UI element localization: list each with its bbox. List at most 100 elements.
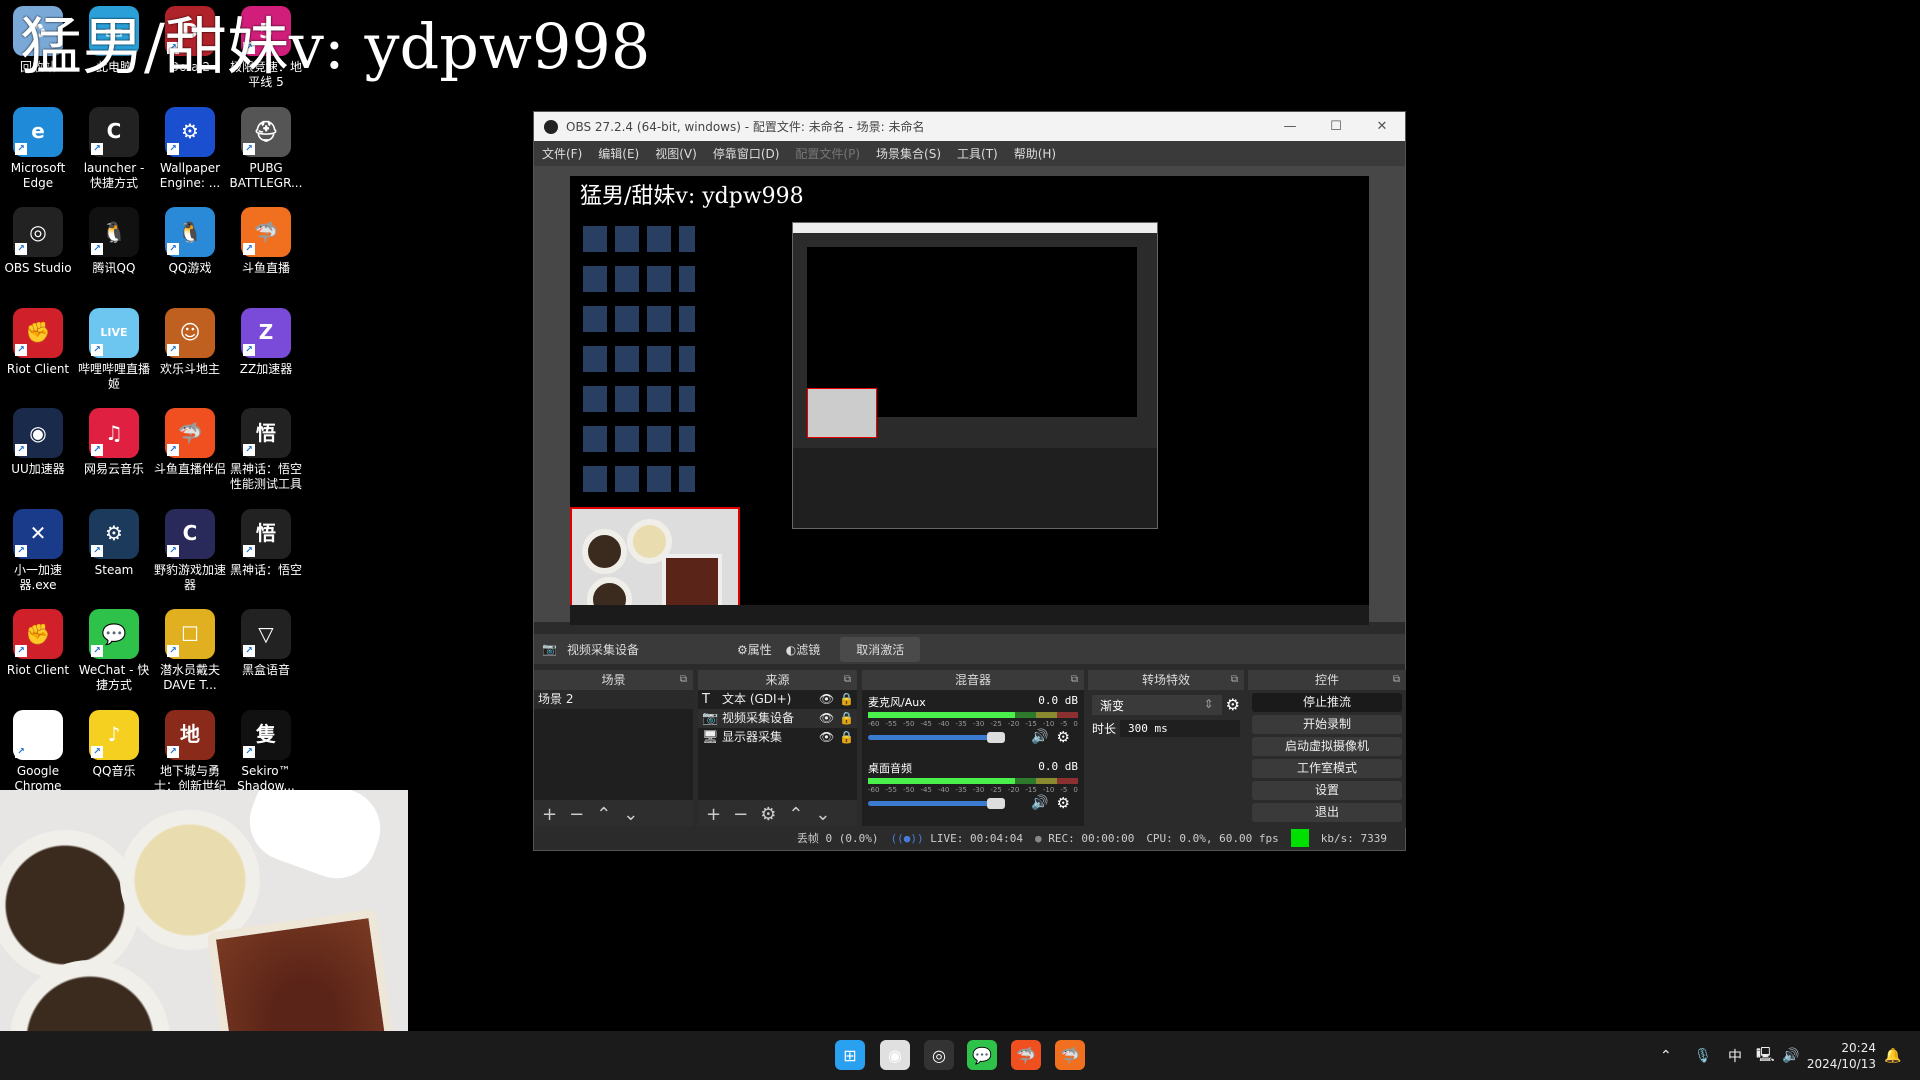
taskbar-chrome-icon[interactable]: ◉	[880, 1040, 910, 1070]
tick-label: -45	[920, 720, 932, 728]
desktop-icon[interactable]: ✊ ↗ Riot Client	[0, 307, 76, 377]
notification-bell-icon[interactable]: 🔔	[1884, 1031, 1901, 1080]
source-item[interactable]: T 文本 (GDI+) 👁 🔒	[698, 690, 857, 709]
menu-item[interactable]: 文件(F)	[542, 145, 582, 162]
microphone-icon[interactable]: 🎙	[1694, 1031, 1712, 1080]
undock-icon[interactable]: ⧉	[680, 670, 687, 690]
taskbar-wechat-icon[interactable]: 💬	[967, 1040, 997, 1070]
menu-item[interactable]: 配置文件(P)	[795, 145, 860, 162]
desktop-icon[interactable]: ✊ ↗ Riot Client	[0, 609, 76, 678]
show-hidden-icons-button[interactable]: ⌃	[1660, 1031, 1672, 1080]
move-down-button[interactable]: ⌄	[623, 804, 638, 825]
desktop-icon[interactable]: ◉ ↗ Google Chrome	[0, 709, 76, 794]
source-properties-button[interactable]: ⚙	[760, 804, 776, 825]
desktop-icon[interactable]: ◎ ↗ OBS Studio	[0, 207, 76, 276]
menu-item[interactable]: 帮助(H)	[1014, 145, 1056, 162]
desktop-icon[interactable]: ⚙ ↗ Steam	[76, 508, 152, 578]
control-button[interactable]: 开始录制	[1252, 715, 1402, 734]
desktop-icon[interactable]: ⚙ ↗ Wallpaper Engine: ...	[152, 106, 228, 191]
menu-item[interactable]: 工具(T)	[957, 145, 998, 162]
undock-icon[interactable]: ⧉	[1231, 670, 1238, 690]
desktop-icon[interactable]: 🦈 ↗ 斗鱼直播伴侣	[152, 408, 228, 477]
menu-item[interactable]: 视图(V)	[655, 145, 697, 162]
remove-source-button[interactable]: −	[733, 804, 748, 825]
move-up-button[interactable]: ⌃	[788, 804, 803, 825]
desktop-icon[interactable]: ♫ ↗ 网易云音乐	[76, 408, 152, 477]
desktop-icon[interactable]: LIVE ↗ 哔哩哔哩直播姬	[76, 307, 152, 392]
move-down-button[interactable]: ⌄	[815, 804, 830, 825]
menu-item[interactable]: 停靠窗口(D)	[713, 145, 780, 162]
gear-icon[interactable]: ⚙	[1057, 794, 1070, 812]
visibility-eye-icon[interactable]: 👁	[819, 709, 839, 728]
minimize-button[interactable]: —	[1267, 119, 1313, 134]
maximize-button[interactable]: ☐	[1313, 119, 1359, 134]
desktop-icon[interactable]: 💬 ↗ WeChat - 快捷方式	[76, 609, 152, 693]
desktop-icon[interactable]: C ↗ 野豹游戏加速器	[152, 508, 228, 593]
ime-indicator[interactable]: 中	[1728, 1031, 1742, 1080]
remove-scene-button[interactable]: −	[569, 804, 584, 825]
undock-icon[interactable]: ⧉	[1393, 670, 1400, 690]
channel-name: 桌面音频	[868, 762, 912, 775]
desktop-icon[interactable]: 🐧 ↗ 腾讯QQ	[76, 207, 152, 276]
move-up-button[interactable]: ⌃	[596, 804, 611, 825]
undock-icon[interactable]: ⧉	[1071, 670, 1078, 690]
desktop-icon[interactable]: ⛑ ↗ PUBG BATTLEGR...	[228, 106, 304, 191]
desktop-icon[interactable]: e ↗ Microsoft Edge	[0, 106, 76, 191]
control-button[interactable]: 停止推流	[1252, 693, 1402, 712]
control-button[interactable]: 启动虚拟摄像机	[1252, 737, 1402, 756]
menu-item[interactable]: 编辑(E)	[598, 145, 639, 162]
taskbar-obs-icon[interactable]: ◎	[924, 1040, 954, 1070]
preview-canvas[interactable]: 猛男/甜妹v: ydpw998	[570, 176, 1369, 625]
desktop-icon[interactable]: 地 ↗ 地下城与勇士：创新世纪	[152, 709, 228, 794]
channel-name: 麦克风/Aux	[868, 696, 926, 709]
desktop-icon[interactable]: ▽ ↗ 黑盒语音	[228, 609, 304, 678]
add-source-button[interactable]: +	[706, 804, 721, 825]
desktop-icon[interactable]: ☐ ↗ 潜水员戴夫 DAVE T...	[152, 609, 228, 693]
control-button[interactable]: 设置	[1252, 781, 1402, 800]
gear-icon[interactable]: ⚙	[1057, 728, 1070, 746]
desktop-icon[interactable]: 🦈 ↗ 斗鱼直播	[228, 207, 304, 276]
desktop-icon[interactable]: ✕ ↗ 小一加速器.exe	[0, 508, 76, 593]
control-button[interactable]: 工作室模式	[1252, 759, 1402, 778]
app-icon: ▽ ↗	[241, 609, 291, 659]
lock-icon[interactable]: 🔒	[839, 690, 857, 709]
add-scene-button[interactable]: +	[542, 804, 557, 825]
transition-settings-gear-icon[interactable]: ⚙	[1226, 695, 1240, 715]
volume-slider[interactable]	[868, 731, 1006, 743]
scene-item[interactable]: 场景 2	[534, 690, 693, 709]
desktop-icon[interactable]: ☺ ↗ 欢乐斗地主	[152, 307, 228, 377]
source-item[interactable]: 📷 视频采集设备 👁 🔒	[698, 709, 857, 728]
menu-item[interactable]: 场景集合(S)	[876, 145, 941, 162]
clock[interactable]: 20:24 2024/10/13	[1807, 1031, 1876, 1080]
desktop-icon[interactable]: Z ↗ ZZ加速器	[228, 307, 304, 377]
taskbar-windows-start-icon[interactable]: ⊞	[835, 1040, 865, 1070]
desktop-icon[interactable]: ◉ ↗ UU加速器	[0, 408, 76, 477]
lock-icon[interactable]: 🔒	[839, 709, 857, 728]
transition-select[interactable]: 渐变 ⇕	[1092, 695, 1222, 715]
speaker-icon[interactable]: 🔊	[1031, 729, 1048, 745]
undock-icon[interactable]: ⧉	[844, 670, 851, 690]
properties-button[interactable]: ⚙属性	[737, 641, 772, 658]
volume-slider[interactable]	[868, 797, 1006, 809]
deactivate-button[interactable]: 取消激活	[840, 636, 921, 662]
desktop-icon[interactable]: ♪ ↗ QQ音乐	[76, 709, 152, 779]
volume-icon[interactable]: 🔊	[1782, 1031, 1799, 1080]
close-button[interactable]: ✕	[1359, 119, 1405, 134]
speaker-icon[interactable]: 🔊	[1031, 795, 1048, 811]
lock-icon[interactable]: 🔒	[839, 728, 857, 747]
shortcut-arrow-icon: ↗	[243, 142, 255, 155]
visibility-eye-icon[interactable]: 👁	[819, 728, 839, 747]
visibility-eye-icon[interactable]: 👁	[819, 690, 839, 709]
network-icon[interactable]: 🖳	[1756, 1031, 1775, 1080]
desktop-icon[interactable]: 隻 ↗ Sekiro™ Shadow...	[228, 709, 304, 794]
source-item[interactable]: 🖥 显示器采集 👁 🔒	[698, 728, 857, 747]
desktop-icon[interactable]: C ↗ launcher - 快捷方式	[76, 106, 152, 191]
desktop-icon[interactable]: 🐧 ↗ QQ游戏	[152, 207, 228, 276]
taskbar-douyu-companion-icon[interactable]: 🦈	[1055, 1040, 1085, 1070]
desktop-icon[interactable]: 悟 ↗ 黑神话：悟空	[228, 508, 304, 578]
desktop-icon[interactable]: 悟 ↗ 黑神话：悟空性能测试工具	[228, 408, 304, 492]
filters-button[interactable]: ◐滤镜	[786, 641, 821, 658]
control-button[interactable]: 退出	[1252, 803, 1402, 822]
duration-input[interactable]: 300 ms	[1120, 720, 1240, 737]
taskbar-douyu-icon[interactable]: 🦈	[1011, 1040, 1041, 1070]
